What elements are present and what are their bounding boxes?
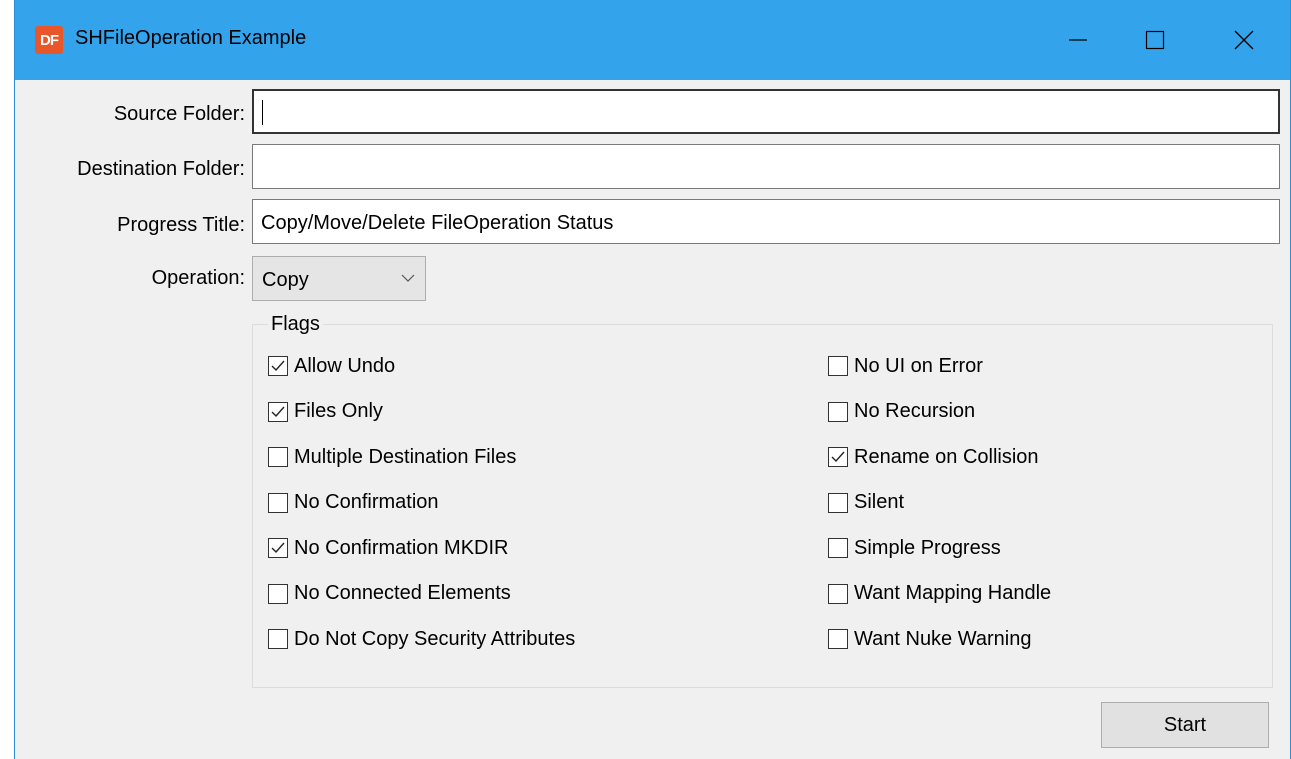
checkbox-label: Silent (854, 491, 905, 513)
checkbox-label: No UI on Error (854, 354, 983, 377)
checkbox-box[interactable] (828, 583, 848, 604)
checkbox-label: Do Not Copy Security Attributes (294, 627, 576, 650)
main-window: DF SHFileOperation Example Source Folder… (14, 0, 1291, 759)
checkbox-label: Want Mapping Handle (854, 582, 1052, 604)
flag-checkbox-no-confirmation-mkdir[interactable]: No Confirmation MKDIR (268, 535, 509, 561)
checkbox-label: Files Only (294, 400, 383, 422)
checkbox-box[interactable] (828, 401, 848, 422)
checkbox-box[interactable] (828, 538, 848, 558)
source-folder-input[interactable] (252, 89, 1280, 134)
flag-checkbox-no-confirmation[interactable]: No Confirmation (268, 490, 439, 516)
checkbox-label: No Confirmation MKDIR (294, 536, 509, 559)
checkbox-box[interactable] (268, 583, 288, 604)
flag-checkbox-multiple-destination-files[interactable]: Multiple Destination Files (268, 444, 516, 470)
checkmark-icon (271, 360, 285, 372)
close-icon (1234, 30, 1254, 50)
checkbox-label: Multiple Destination Files (294, 445, 517, 468)
checkbox-label: Rename on Collision (854, 445, 1039, 468)
checkbox-label: No Recursion (854, 400, 976, 422)
checkbox-box[interactable] (268, 447, 288, 467)
flag-checkbox-files-only[interactable]: Files Only (268, 399, 383, 425)
checkbox-box[interactable] (828, 447, 848, 467)
destination-folder-input[interactable] (252, 144, 1280, 189)
maximize-button[interactable] (1110, 0, 1200, 80)
checkmark-icon (831, 451, 845, 463)
progress-title-input[interactable]: Copy/Move/Delete FileOperation Status (252, 199, 1280, 244)
window-title: SHFileOperation Example (75, 27, 307, 49)
flag-checkbox-simple-progress[interactable]: Simple Progress (828, 535, 1001, 561)
checkmark-icon (271, 406, 285, 417)
checkbox-box[interactable] (828, 492, 848, 513)
source-folder-label: Source Folder: (113, 103, 245, 125)
operation-value: Copy (262, 269, 309, 291)
flag-checkbox-rename-on-collision[interactable]: Rename on Collision (828, 444, 1039, 470)
start-button[interactable]: Start (1101, 702, 1269, 748)
checkbox-box[interactable] (268, 401, 288, 422)
checkbox-label: No Confirmation (294, 491, 439, 513)
title-bar[interactable]: DF SHFileOperation Example (15, 0, 1290, 80)
checkbox-label: Want Nuke Warning (854, 627, 1032, 650)
minimize-icon (1069, 39, 1087, 41)
checkbox-label: No Connected Elements (294, 582, 511, 604)
flag-checkbox-no-recursion[interactable]: No Recursion (828, 399, 975, 425)
operation-select[interactable]: Copy (252, 256, 426, 301)
maximize-icon (1145, 30, 1165, 50)
checkbox-label: Allow Undo (294, 354, 396, 377)
progress-title-value: Copy/Move/Delete FileOperation Status (261, 212, 614, 234)
checkbox-box[interactable] (268, 356, 288, 376)
checkbox-box[interactable] (268, 538, 288, 558)
flags-group-title: Flags (268, 313, 323, 336)
flag-checkbox-silent[interactable]: Silent (828, 490, 904, 516)
flag-checkbox-do-not-copy-security-attributes[interactable]: Do Not Copy Security Attributes (268, 626, 575, 652)
checkbox-box[interactable] (828, 356, 848, 376)
destination-folder-label: Destination Folder: (77, 158, 245, 180)
app-icon: DF (35, 26, 63, 54)
checkbox-box[interactable] (268, 492, 288, 513)
close-button[interactable] (1199, 0, 1289, 80)
checkbox-label: Simple Progress (854, 536, 1001, 559)
flag-checkbox-allow-undo[interactable]: Allow Undo (268, 353, 395, 379)
flag-checkbox-no-ui-on-error[interactable]: No UI on Error (828, 353, 983, 379)
operation-label: Operation: (151, 267, 245, 289)
flag-checkbox-want-nuke-warning[interactable]: Want Nuke Warning (828, 626, 1031, 652)
checkbox-box[interactable] (828, 629, 848, 649)
checkmark-icon (271, 542, 285, 554)
flags-groupbox: Flags Allow Undo Files Only Multiple Desti… (252, 313, 1273, 688)
flag-checkbox-no-connected-elements[interactable]: No Connected Elements (268, 581, 511, 607)
progress-title-label: Progress Title: (117, 214, 245, 236)
chevron-down-icon (401, 274, 415, 282)
flag-checkbox-want-mapping-handle[interactable]: Want Mapping Handle (828, 581, 1051, 607)
text-caret (262, 100, 263, 125)
checkbox-box[interactable] (268, 629, 288, 649)
